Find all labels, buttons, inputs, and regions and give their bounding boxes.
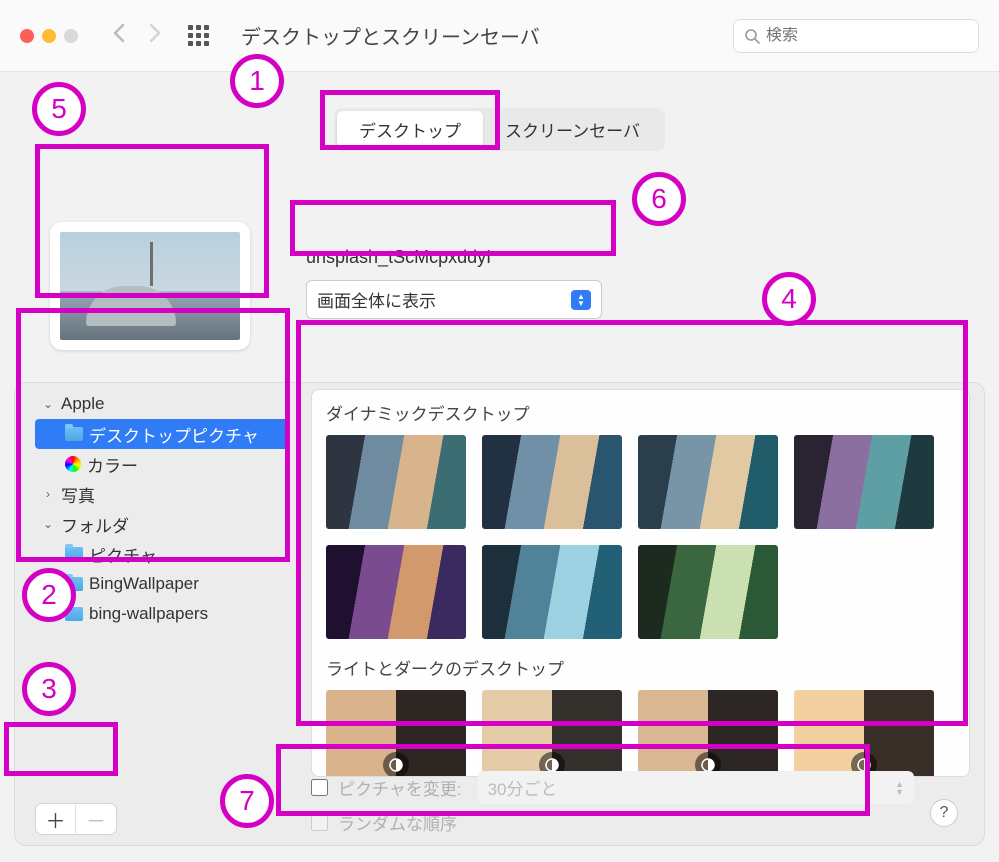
wallpaper-filename: unsplash_tScMcpxddyI xyxy=(306,247,602,268)
wallpaper-preview-image xyxy=(60,232,240,340)
sidebar-group-apple[interactable]: ⌄ Apple xyxy=(35,389,289,419)
add-remove-folder: ＋ － xyxy=(35,803,117,835)
fit-mode-value: 画面全体に表示 xyxy=(317,287,436,312)
sidebar-item-folder[interactable]: ピクチャ xyxy=(35,539,289,569)
wallpaper-thumb[interactable] xyxy=(482,435,622,529)
wallpaper-thumb[interactable] xyxy=(482,545,622,639)
sidebar-item-label: カラー xyxy=(87,452,138,477)
back-button[interactable] xyxy=(112,23,126,49)
fit-mode-select[interactable]: 画面全体に表示 ▲▼ xyxy=(306,280,602,319)
change-picture-checkbox[interactable] xyxy=(311,779,328,796)
wallpaper-thumb[interactable] xyxy=(794,690,934,777)
sidebar-item-colors[interactable]: カラー xyxy=(35,449,289,479)
sidebar-item-label: BingWallpaper xyxy=(89,574,199,594)
wallpaper-thumb[interactable] xyxy=(482,690,622,777)
sidebar-item-folder[interactable]: BingWallpaper xyxy=(35,569,289,599)
forward-button[interactable] xyxy=(148,23,162,49)
sidebar-item-folder[interactable]: bing-wallpapers xyxy=(35,599,289,629)
wallpaper-thumb[interactable] xyxy=(638,690,778,777)
tab-desktop[interactable]: デスクトップ xyxy=(337,111,483,148)
sidebar-label: Apple xyxy=(61,394,104,414)
traffic-lights xyxy=(20,29,78,43)
random-order-checkbox xyxy=(311,814,328,831)
source-sidebar: ⌄ Apple デスクトップピクチャ カラー › 写真 ⌄ フォルダ ピクチャ xyxy=(35,389,289,629)
section-dynamic-title: ダイナミックデスクトップ xyxy=(326,400,955,425)
nav-arrows xyxy=(112,23,162,49)
sidebar-item-label: bing-wallpapers xyxy=(89,604,208,624)
search-field[interactable] xyxy=(733,19,979,53)
close-icon[interactable] xyxy=(20,29,34,43)
random-order-label: ランダムな順序 xyxy=(338,810,457,835)
wallpaper-thumb[interactable] xyxy=(326,545,466,639)
change-interval-select: 30分ごと ▲▼ xyxy=(478,771,914,804)
show-all-icon[interactable] xyxy=(188,25,209,46)
window-title: デスクトップとスクリーンセーバ xyxy=(241,21,540,50)
help-button[interactable]: ? xyxy=(930,799,958,827)
folder-icon xyxy=(65,607,83,621)
change-picture-label: ピクチャを変更: xyxy=(338,775,462,800)
sidebar-item-label: デスクトップピクチャ xyxy=(89,422,259,447)
color-wheel-icon xyxy=(65,456,81,472)
section-lightdark-title: ライトとダークのデスクトップ xyxy=(326,655,955,680)
folder-icon xyxy=(65,427,83,441)
change-options: ピクチャを変更: 30分ごと ▲▼ ランダムな順序 xyxy=(311,771,914,835)
chevron-up-down-icon: ▲▼ xyxy=(571,290,591,310)
folder-icon xyxy=(65,577,83,591)
sidebar-group-photos[interactable]: › 写真 xyxy=(35,479,289,509)
remove-folder-button: － xyxy=(76,804,116,834)
sidebar-item-desktop-pictures[interactable]: デスクトップピクチャ xyxy=(35,419,289,449)
search-input[interactable] xyxy=(766,27,968,45)
change-interval-value: 30分ごと xyxy=(488,775,558,800)
wallpaper-thumb[interactable] xyxy=(794,435,934,529)
folder-icon xyxy=(65,547,83,561)
tab-bar: デスクトップ スクリーンセーバ xyxy=(334,108,665,151)
sidebar-group-folders[interactable]: ⌄ フォルダ xyxy=(35,509,289,539)
sidebar-label: 写真 xyxy=(61,482,95,507)
add-folder-button[interactable]: ＋ xyxy=(36,804,76,834)
wallpaper-thumb[interactable] xyxy=(326,690,466,777)
minimize-icon[interactable] xyxy=(42,29,56,43)
annotation-marker-6: 6 xyxy=(632,172,686,226)
wallpaper-grid[interactable]: ダイナミックデスクトップ ライトとダークのデスクトップ xyxy=(311,389,970,777)
zoom-icon xyxy=(64,29,78,43)
chevron-down-icon: ⌄ xyxy=(41,517,55,531)
sidebar-label: フォルダ xyxy=(61,512,129,537)
sidebar-item-label: ピクチャ xyxy=(89,542,157,567)
wallpaper-thumb[interactable] xyxy=(326,435,466,529)
chevron-down-icon: ⌄ xyxy=(41,397,55,411)
chevron-up-down-icon: ▲▼ xyxy=(895,780,904,796)
chevron-right-icon: › xyxy=(41,487,55,501)
wallpaper-preview xyxy=(50,222,250,350)
tab-screensaver[interactable]: スクリーンセーバ xyxy=(483,111,662,148)
wallpaper-thumb[interactable] xyxy=(638,545,778,639)
annotation-marker-4: 4 xyxy=(762,272,816,326)
search-icon xyxy=(744,28,760,44)
titlebar: デスクトップとスクリーンセーバ xyxy=(0,0,999,72)
wallpaper-thumb[interactable] xyxy=(638,435,778,529)
